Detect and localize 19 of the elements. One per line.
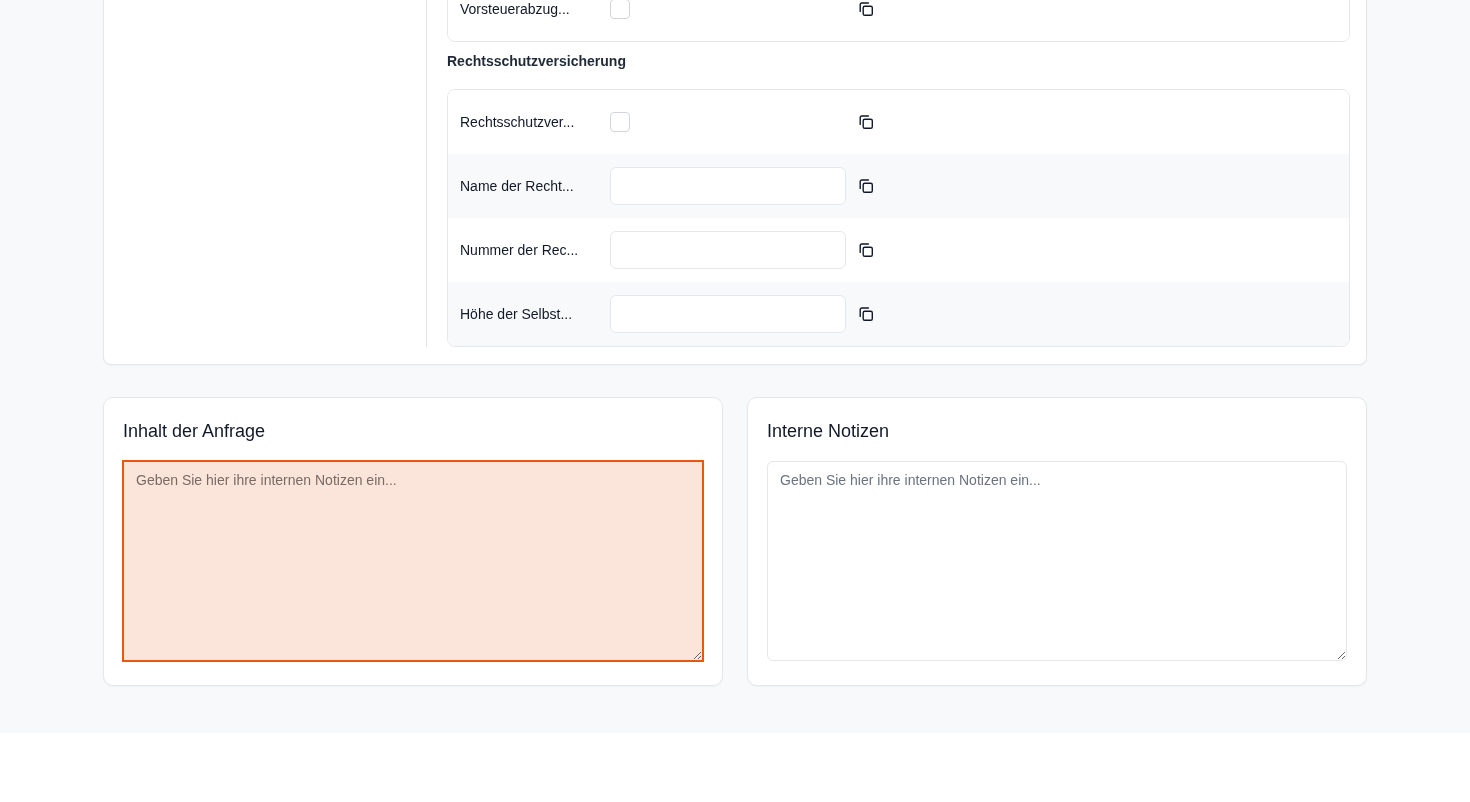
field-label: Rechtsschutzver... xyxy=(460,114,576,130)
field-label: Höhe der Selbst... xyxy=(460,306,574,322)
checkbox[interactable] xyxy=(610,112,630,132)
copy-icon[interactable] xyxy=(858,178,874,194)
copy-icon[interactable] xyxy=(858,306,874,322)
field-label: Vorsteuerabzug... xyxy=(460,1,571,17)
field-label: Nummer der Rec... xyxy=(460,242,580,258)
field-label: Name der Recht... xyxy=(460,178,575,194)
panel-title: Inhalt der Anfrage xyxy=(123,420,267,443)
text-area[interactable]: Geben Sie hier ihre internen Notizen ein... xyxy=(123,461,703,661)
input-field[interactable] xyxy=(610,167,846,205)
panel-title: Interne Notizen xyxy=(767,420,891,443)
section-heading: Rechtsschutzversicherung xyxy=(447,52,627,71)
input-field[interactable] xyxy=(610,295,846,333)
copy-icon[interactable] xyxy=(858,1,874,17)
checkbox[interactable] xyxy=(610,0,630,19)
input-field[interactable] xyxy=(610,231,846,269)
copy-icon[interactable] xyxy=(858,242,874,258)
copy-icon[interactable] xyxy=(858,114,874,130)
